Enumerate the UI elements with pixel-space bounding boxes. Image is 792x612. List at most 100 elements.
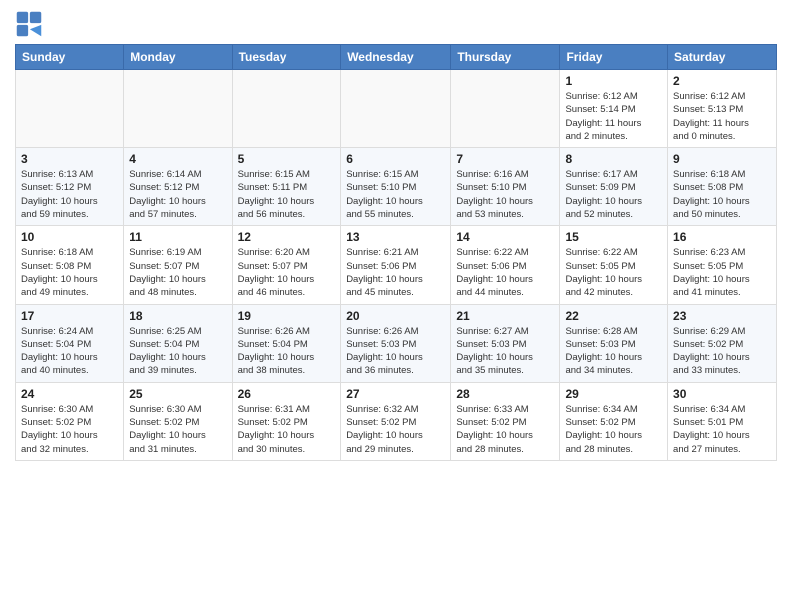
- day-number: 3: [21, 152, 118, 166]
- day-number: 14: [456, 230, 554, 244]
- calendar-cell: 19 Sunrise: 6:26 AM Sunset: 5:04 PM Dayli…: [232, 304, 341, 382]
- logo: [15, 10, 47, 38]
- day-info: Sunrise: 6:29 AM Sunset: 5:02 PM Dayligh…: [673, 325, 771, 378]
- calendar-week-2: 3 Sunrise: 6:13 AM Sunset: 5:12 PM Daylig…: [16, 148, 777, 226]
- day-number: 30: [673, 387, 771, 401]
- calendar-cell: 2 Sunrise: 6:12 AM Sunset: 5:13 PM Daylig…: [668, 70, 777, 148]
- day-info: Sunrise: 6:18 AM Sunset: 5:08 PM Dayligh…: [673, 168, 771, 221]
- logo-icon: [15, 10, 43, 38]
- day-info: Sunrise: 6:15 AM Sunset: 5:11 PM Dayligh…: [238, 168, 336, 221]
- weekday-header-saturday: Saturday: [668, 45, 777, 70]
- calendar-cell: [451, 70, 560, 148]
- day-number: 7: [456, 152, 554, 166]
- day-info: Sunrise: 6:27 AM Sunset: 5:03 PM Dayligh…: [456, 325, 554, 378]
- day-number: 23: [673, 309, 771, 323]
- calendar-cell: 1Sunrise: 6:12 AM Sunset: 5:14 PM Daylig…: [560, 70, 668, 148]
- calendar-week-1: 1Sunrise: 6:12 AM Sunset: 5:14 PM Daylig…: [16, 70, 777, 148]
- calendar-cell: 22 Sunrise: 6:28 AM Sunset: 5:03 PM Dayli…: [560, 304, 668, 382]
- calendar-cell: 13 Sunrise: 6:21 AM Sunset: 5:06 PM Dayli…: [341, 226, 451, 304]
- day-number: 15: [565, 230, 662, 244]
- weekday-header-wednesday: Wednesday: [341, 45, 451, 70]
- day-number: 6: [346, 152, 445, 166]
- calendar-week-5: 24 Sunrise: 6:30 AM Sunset: 5:02 PM Dayli…: [16, 382, 777, 460]
- day-info: Sunrise: 6:26 AM Sunset: 5:04 PM Dayligh…: [238, 325, 336, 378]
- calendar-cell: 3 Sunrise: 6:13 AM Sunset: 5:12 PM Daylig…: [16, 148, 124, 226]
- day-number: 19: [238, 309, 336, 323]
- calendar-cell: [124, 70, 232, 148]
- day-number: 8: [565, 152, 662, 166]
- weekday-header-thursday: Thursday: [451, 45, 560, 70]
- calendar-week-4: 17Sunrise: 6:24 AM Sunset: 5:04 PM Dayli…: [16, 304, 777, 382]
- calendar-cell: 6 Sunrise: 6:15 AM Sunset: 5:10 PM Daylig…: [341, 148, 451, 226]
- day-number: 2: [673, 74, 771, 88]
- day-info: Sunrise: 6:25 AM Sunset: 5:04 PM Dayligh…: [129, 325, 226, 378]
- day-number: 16: [673, 230, 771, 244]
- day-number: 24: [21, 387, 118, 401]
- day-info: Sunrise: 6:30 AM Sunset: 5:02 PM Dayligh…: [129, 403, 226, 456]
- calendar-week-3: 10 Sunrise: 6:18 AM Sunset: 5:08 PM Dayli…: [16, 226, 777, 304]
- calendar-cell: 7 Sunrise: 6:16 AM Sunset: 5:10 PM Daylig…: [451, 148, 560, 226]
- day-number: 20: [346, 309, 445, 323]
- calendar-cell: 28 Sunrise: 6:33 AM Sunset: 5:02 PM Dayli…: [451, 382, 560, 460]
- day-number: 26: [238, 387, 336, 401]
- day-info: Sunrise: 6:20 AM Sunset: 5:07 PM Dayligh…: [238, 246, 336, 299]
- day-info: Sunrise: 6:28 AM Sunset: 5:03 PM Dayligh…: [565, 325, 662, 378]
- calendar-cell: 18 Sunrise: 6:25 AM Sunset: 5:04 PM Dayli…: [124, 304, 232, 382]
- day-info: Sunrise: 6:18 AM Sunset: 5:08 PM Dayligh…: [21, 246, 118, 299]
- day-info: Sunrise: 6:14 AM Sunset: 5:12 PM Dayligh…: [129, 168, 226, 221]
- day-info: Sunrise: 6:17 AM Sunset: 5:09 PM Dayligh…: [565, 168, 662, 221]
- day-info: Sunrise: 6:16 AM Sunset: 5:10 PM Dayligh…: [456, 168, 554, 221]
- day-info: Sunrise: 6:12 AM Sunset: 5:13 PM Dayligh…: [673, 90, 771, 143]
- day-number: 18: [129, 309, 226, 323]
- calendar-cell: [232, 70, 341, 148]
- day-info: Sunrise: 6:34 AM Sunset: 5:02 PM Dayligh…: [565, 403, 662, 456]
- header: [15, 10, 777, 38]
- calendar-cell: 24 Sunrise: 6:30 AM Sunset: 5:02 PM Dayli…: [16, 382, 124, 460]
- calendar-cell: 11 Sunrise: 6:19 AM Sunset: 5:07 PM Dayli…: [124, 226, 232, 304]
- weekday-header-friday: Friday: [560, 45, 668, 70]
- day-number: 5: [238, 152, 336, 166]
- day-info: Sunrise: 6:15 AM Sunset: 5:10 PM Dayligh…: [346, 168, 445, 221]
- calendar-cell: 10 Sunrise: 6:18 AM Sunset: 5:08 PM Dayli…: [16, 226, 124, 304]
- day-info: Sunrise: 6:32 AM Sunset: 5:02 PM Dayligh…: [346, 403, 445, 456]
- calendar-cell: 20 Sunrise: 6:26 AM Sunset: 5:03 PM Dayli…: [341, 304, 451, 382]
- calendar-cell: 29 Sunrise: 6:34 AM Sunset: 5:02 PM Dayli…: [560, 382, 668, 460]
- weekday-header-sunday: Sunday: [16, 45, 124, 70]
- day-info: Sunrise: 6:33 AM Sunset: 5:02 PM Dayligh…: [456, 403, 554, 456]
- calendar-cell: 27 Sunrise: 6:32 AM Sunset: 5:02 PM Dayli…: [341, 382, 451, 460]
- calendar-cell: 14 Sunrise: 6:22 AM Sunset: 5:06 PM Dayli…: [451, 226, 560, 304]
- day-number: 11: [129, 230, 226, 244]
- day-number: 25: [129, 387, 226, 401]
- calendar-cell: 16Sunrise: 6:23 AM Sunset: 5:05 PM Dayli…: [668, 226, 777, 304]
- day-info: Sunrise: 6:22 AM Sunset: 5:06 PM Dayligh…: [456, 246, 554, 299]
- calendar-cell: 21 Sunrise: 6:27 AM Sunset: 5:03 PM Dayli…: [451, 304, 560, 382]
- day-number: 27: [346, 387, 445, 401]
- day-number: 21: [456, 309, 554, 323]
- day-number: 12: [238, 230, 336, 244]
- day-info: Sunrise: 6:24 AM Sunset: 5:04 PM Dayligh…: [21, 325, 118, 378]
- calendar-cell: 4 Sunrise: 6:14 AM Sunset: 5:12 PM Daylig…: [124, 148, 232, 226]
- calendar-cell: 17Sunrise: 6:24 AM Sunset: 5:04 PM Dayli…: [16, 304, 124, 382]
- day-info: Sunrise: 6:30 AM Sunset: 5:02 PM Dayligh…: [21, 403, 118, 456]
- calendar-cell: [341, 70, 451, 148]
- day-number: 22: [565, 309, 662, 323]
- calendar-cell: 8 Sunrise: 6:17 AM Sunset: 5:09 PM Daylig…: [560, 148, 668, 226]
- calendar-cell: 25 Sunrise: 6:30 AM Sunset: 5:02 PM Dayli…: [124, 382, 232, 460]
- day-number: 28: [456, 387, 554, 401]
- calendar-cell: 26 Sunrise: 6:31 AM Sunset: 5:02 PM Dayli…: [232, 382, 341, 460]
- day-info: Sunrise: 6:13 AM Sunset: 5:12 PM Dayligh…: [21, 168, 118, 221]
- calendar-cell: 23 Sunrise: 6:29 AM Sunset: 5:02 PM Dayli…: [668, 304, 777, 382]
- calendar-cell: 30Sunrise: 6:34 AM Sunset: 5:01 PM Dayli…: [668, 382, 777, 460]
- day-number: 29: [565, 387, 662, 401]
- day-number: 13: [346, 230, 445, 244]
- day-info: Sunrise: 6:21 AM Sunset: 5:06 PM Dayligh…: [346, 246, 445, 299]
- day-number: 9: [673, 152, 771, 166]
- calendar-cell: 5 Sunrise: 6:15 AM Sunset: 5:11 PM Daylig…: [232, 148, 341, 226]
- day-number: 1: [565, 74, 662, 88]
- day-number: 4: [129, 152, 226, 166]
- calendar-table: SundayMondayTuesdayWednesdayThursdayFrid…: [15, 44, 777, 461]
- day-number: 10: [21, 230, 118, 244]
- day-info: Sunrise: 6:31 AM Sunset: 5:02 PM Dayligh…: [238, 403, 336, 456]
- day-info: Sunrise: 6:19 AM Sunset: 5:07 PM Dayligh…: [129, 246, 226, 299]
- day-info: Sunrise: 6:26 AM Sunset: 5:03 PM Dayligh…: [346, 325, 445, 378]
